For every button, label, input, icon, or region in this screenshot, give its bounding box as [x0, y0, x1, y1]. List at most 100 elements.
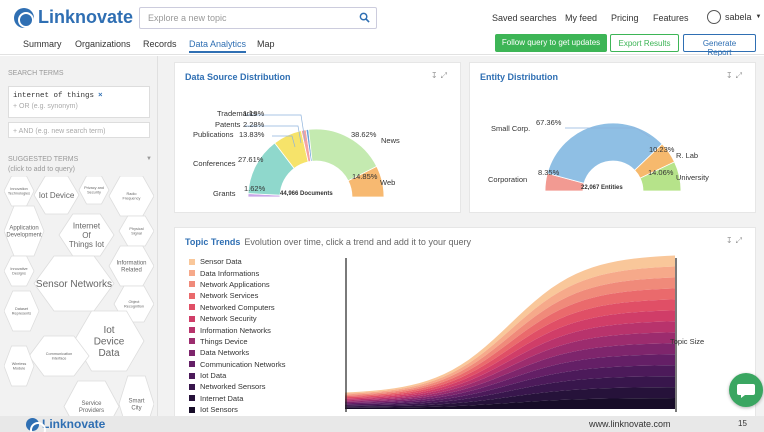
legend-swatch [189, 406, 195, 413]
legend-item[interactable]: Iot Data [189, 370, 285, 381]
suggested-term[interactable]: InnovationTechnologies [4, 176, 35, 207]
legend-label: Network Security [200, 314, 257, 324]
topic-legend: Sensor Data Data Informations Network Appl… [189, 256, 285, 415]
legend-label: Data Networks [200, 348, 250, 358]
legend-item[interactable]: Network Applications [189, 279, 285, 290]
brand-name: Linknovate [38, 7, 134, 27]
search-icon[interactable] [359, 12, 370, 23]
tab-organizations[interactable]: Organizations [75, 39, 131, 49]
data-source-panel: Data Source Distribution ↧⤢ Trademarks 1… [174, 62, 461, 213]
chat-icon [737, 384, 755, 398]
legend-item[interactable]: Networked Computers [189, 302, 285, 313]
legend-item[interactable]: Iot Sensors [189, 404, 285, 415]
suggested-term-label: Providers [79, 408, 104, 414]
label-small-corp: Small Corp. [491, 124, 531, 133]
legend-swatch [189, 338, 195, 345]
legend-label: Information Networks [200, 325, 271, 335]
suggested-term[interactable]: Privacy andSecurity [78, 176, 110, 205]
label-publications: Publications [193, 130, 234, 139]
suggested-term-label: Signal [131, 232, 142, 236]
pct-corporation: 8.35% [538, 168, 560, 177]
suggested-term[interactable]: InformationRelated [108, 245, 154, 287]
my-feed-link[interactable]: My feed [565, 13, 597, 23]
suggested-term-label: Frequency [123, 197, 141, 201]
legend-label: Iot Sensors [200, 405, 238, 415]
and-term-input[interactable]: + AND (e.g. new search term) [8, 122, 150, 138]
pricing-link[interactable]: Pricing [611, 13, 639, 23]
legend-item[interactable]: Information Networks [189, 324, 285, 335]
label-patents: Patents [215, 120, 241, 129]
caret-down-icon: ▼ [755, 14, 762, 20]
suggested-term-label: Application [9, 226, 38, 232]
legend-item[interactable]: Network Security [189, 313, 285, 324]
topic-trends-header: Topic Trends Evolution over time, click a… [185, 237, 471, 247]
legend-item[interactable]: Communication Networks [189, 359, 285, 370]
suggested-term[interactable]: InnovativeDesigns [4, 255, 35, 287]
collapse-caret-icon[interactable]: ▼ [146, 156, 152, 162]
legend-item[interactable]: Networked Sensors [189, 381, 285, 392]
suggested-term[interactable]: ApplicationDevelopment [4, 205, 45, 257]
entity-panel: Entity Distribution ↧⤢ Small Corp. 67.36… [469, 62, 756, 213]
suggested-term-label: City [131, 406, 141, 412]
suggested-term-label: Represents [12, 312, 32, 316]
features-link[interactable]: Features [653, 13, 689, 23]
label-university: University [676, 173, 709, 182]
term-text: internet of things [13, 92, 95, 100]
legend-label: Communication Networks [200, 359, 286, 369]
data-source-total: 44,966 Documents [280, 191, 333, 197]
legend-item[interactable]: Data Networks [189, 347, 285, 358]
suggested-term-label: Device [94, 337, 125, 348]
pct-web: 14.85% [352, 172, 378, 181]
avatar-icon [707, 10, 721, 24]
topic-search-input[interactable]: Explore a new topic [139, 7, 377, 29]
tab-summary[interactable]: Summary [23, 39, 62, 49]
remove-term-icon[interactable]: × [98, 90, 102, 99]
export-results-button[interactable]: Export Results [610, 34, 679, 52]
suggested-terms-title: Suggested Terms [8, 156, 79, 163]
suggested-term[interactable]: PhysicalSignal [118, 215, 154, 247]
legend-item[interactable]: Things Device [189, 336, 285, 347]
tab-map[interactable]: Map [257, 39, 275, 49]
tab-data-analytics[interactable]: Data Analytics [189, 39, 247, 53]
search-terms-box: internet of things × + OR (e.g. synonym) [8, 86, 150, 118]
top-bar: Linknovate Explore a new topic Saved sea… [0, 0, 764, 36]
suggested-term-label: Designs [12, 272, 26, 276]
brand-logo[interactable]: Linknovate [14, 7, 133, 28]
suggested-term[interactable]: InternetOfThings Iot [58, 213, 115, 257]
footer-url[interactable]: www.linknovate.com [589, 419, 671, 429]
download-icon[interactable]: ↧ [726, 236, 736, 245]
logo-icon [14, 7, 34, 28]
suggested-term[interactable]: Sensor Networks [33, 255, 115, 312]
suggested-term-label: Things Iot [69, 240, 105, 249]
pct-trademarks: 1.19% [243, 109, 265, 118]
chat-button[interactable] [729, 373, 763, 407]
tab-records[interactable]: Records [143, 39, 177, 49]
logo-icon [26, 417, 46, 432]
suggested-term-label: Iot Device [39, 191, 75, 200]
expand-icon[interactable]: ⤢ [736, 236, 745, 245]
suggested-term-label: Interface [52, 357, 67, 361]
user-menu[interactable]: sabela ▼ [707, 10, 761, 24]
suggested-term-label: Iot [103, 325, 114, 336]
panel-tools[interactable]: ↧⤢ [726, 236, 745, 246]
topic-size-label: Topic Size [670, 337, 705, 346]
legend-label: Network Applications [200, 279, 270, 289]
suggested-term[interactable]: RadioFrequency [108, 176, 154, 217]
suggested-term-label: Module [13, 367, 25, 371]
suggested-term[interactable]: DatasetRepresents [4, 290, 40, 332]
saved-searches-link[interactable]: Saved searches [492, 13, 557, 23]
suggested-term[interactable]: WirelessModule [4, 345, 35, 387]
legend-item[interactable]: Data Informations [189, 267, 285, 278]
pct-conferences: 27.61% [238, 155, 264, 164]
follow-query-button[interactable]: Follow query to get updates [495, 34, 607, 52]
suggested-term[interactable]: Iot Device [33, 176, 80, 215]
legend-swatch [189, 383, 195, 390]
pct-grants: 1.62% [244, 184, 266, 193]
legend-item[interactable]: Internet Data [189, 393, 285, 404]
generate-report-button[interactable]: Generate Report [683, 34, 756, 57]
legend-item[interactable]: Sensor Data [189, 256, 285, 267]
suggested-term-label: Security [87, 191, 101, 195]
legend-swatch [189, 292, 195, 299]
or-term-input[interactable]: + OR (e.g. synonym) [13, 103, 145, 110]
legend-item[interactable]: Network Services [189, 290, 285, 301]
